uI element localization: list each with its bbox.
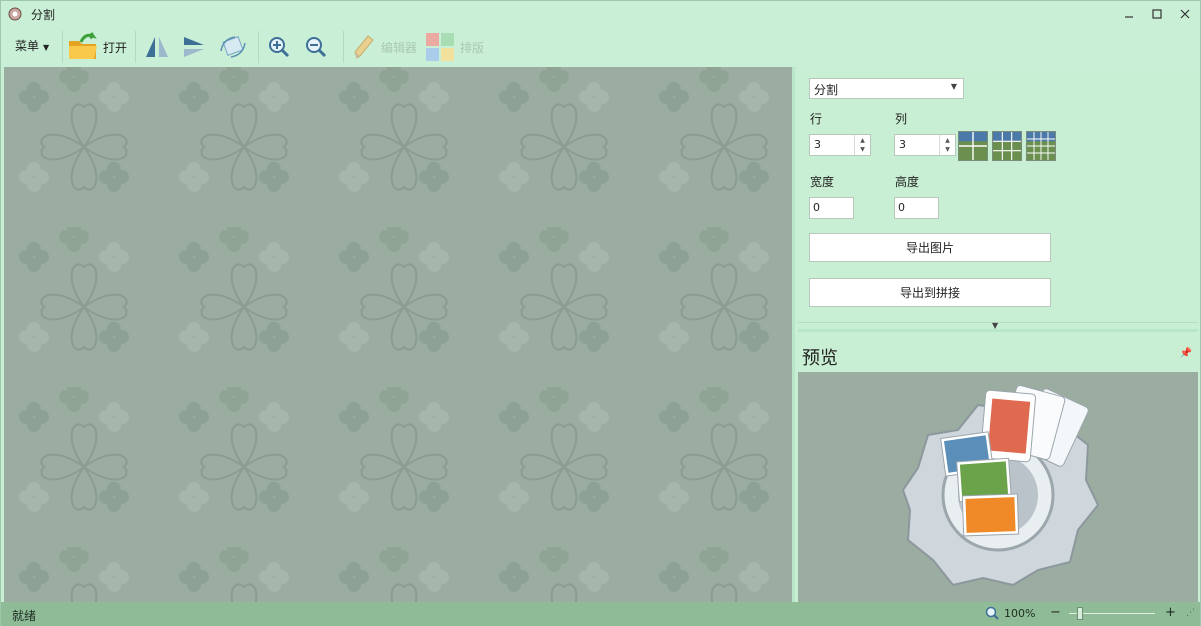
close-icon [1180,9,1190,19]
rotate-button[interactable] [217,29,249,65]
zoom-out-icon [306,37,327,58]
zoom-in-icon [269,37,290,58]
toolbar-divider [258,31,259,63]
editor-label: 编辑器 [381,40,418,55]
toolbar-divider [135,31,136,63]
zoom-out-small-button[interactable]: − [1050,605,1061,620]
grid-2x2-icon[interactable] [958,131,988,161]
mode-select-value: 分割 [814,83,839,97]
pencil-icon [354,35,374,59]
layout-icon [426,33,454,61]
open-button[interactable]: 打开 [67,29,127,65]
magnifier-icon [985,606,999,620]
chevron-down-icon: ▼ [43,43,50,52]
open-folder-icon [69,32,97,59]
flip-vertical-icon [184,37,204,57]
toolbar-divider [343,31,344,63]
layout-button[interactable]: 排版 [424,29,484,65]
cols-label: 列 [895,112,908,126]
split-settings-panel: 分割 ▼ 行 列 3 ▲ ▼ 3 ▲ ▼ 宽度 高度 0 0 导出图片 导出到拼… [798,67,1200,602]
mode-select[interactable]: 分割 ▼ [809,78,964,99]
cols-value: 3 [899,138,906,151]
open-label: 打开 [103,40,128,55]
resize-grip-icon[interactable]: ⋰ [1186,608,1195,618]
menu-label: 菜单 [15,39,40,53]
close-button[interactable] [1172,4,1198,24]
flip-vertical-button[interactable] [181,29,207,65]
grid-3x3-icon[interactable] [992,131,1022,161]
rows-value: 3 [814,138,821,151]
flip-horizontal-button[interactable] [144,29,170,65]
minimize-icon [1125,16,1133,18]
rotate-icon [220,36,246,58]
width-input[interactable]: 0 [809,197,854,219]
menu-button[interactable]: 菜单 ▼ [15,37,49,54]
rows-stepper[interactable]: 3 ▲ ▼ [809,134,871,156]
floral-background [4,67,792,602]
app-icon [8,7,22,21]
zoom-in-button[interactable] [266,29,292,65]
editor-button[interactable]: 编辑器 [351,29,417,65]
flip-horizontal-icon [146,37,168,57]
pin-icon[interactable]: 📌 [1180,348,1192,359]
status-bar: 就绪 100% − + ⋰ [1,602,1200,626]
zoom-level: 100% [1004,607,1036,620]
toolbar: 菜单 ▼ 打开 编辑器 排版 [1,27,1200,67]
chevron-down-icon[interactable]: ▼ [992,321,998,330]
window-title: 分割 [31,8,56,22]
minimize-button[interactable] [1116,4,1142,24]
app-logo-icon [901,385,1100,587]
app-window: 分割 菜单 ▼ 打开 编辑器 排版 分割 ▼ 行 列 3 ▲ ▼ 3 ▲ ▼ 宽… [0,0,1201,626]
height-input[interactable]: 0 [894,197,939,219]
zoom-slider-thumb[interactable] [1077,607,1083,620]
export-to-collage-button[interactable]: 导出到拼接 [809,278,1051,307]
zoom-in-small-button[interactable]: + [1165,605,1176,620]
panel-collapse-bar[interactable]: ▼ [798,321,1198,332]
maximize-button[interactable] [1144,4,1170,24]
title-bar: 分割 [1,1,1200,27]
status-text: 就绪 [12,609,37,623]
stepper-arrows-icon[interactable]: ▲ ▼ [854,135,870,155]
grid-4x4-icon[interactable] [1026,131,1056,161]
chevron-down-icon: ▼ [950,82,957,91]
layout-label: 排版 [460,40,485,55]
width-label: 宽度 [810,175,835,189]
image-canvas[interactable] [4,67,795,602]
stepper-arrows-icon[interactable]: ▲ ▼ [939,135,955,155]
preview-title: 预览 [802,348,838,369]
cols-stepper[interactable]: 3 ▲ ▼ [894,134,956,156]
export-image-button[interactable]: 导出图片 [809,233,1051,262]
maximize-icon [1152,9,1162,19]
zoom-out-button[interactable] [303,29,329,65]
preview-area [798,372,1198,602]
height-label: 高度 [895,175,920,189]
rows-label: 行 [810,112,823,126]
toolbar-divider [62,31,63,63]
